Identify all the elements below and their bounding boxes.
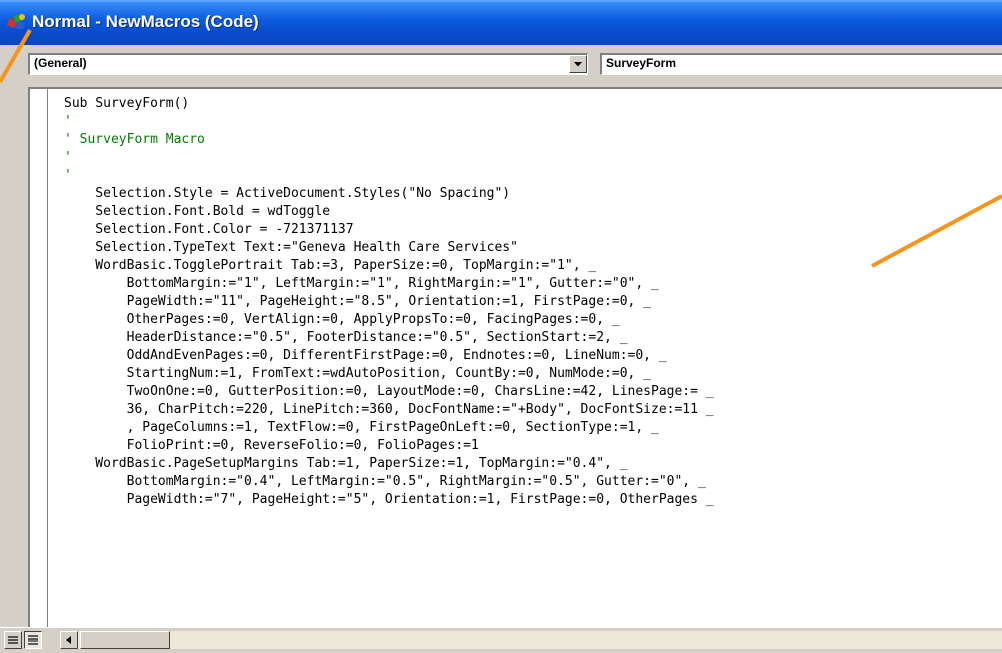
code-line[interactable]: TwoOnOne:=0, GutterPosition:=0, LayoutMo…: [64, 383, 714, 401]
code-line[interactable]: ': [64, 113, 714, 131]
code-line[interactable]: HeaderDistance:="0.5", FooterDistance:="…: [64, 329, 714, 347]
code-line[interactable]: 36, CharPitch:=220, LinePitch:=360, DocF…: [64, 401, 714, 419]
code-line[interactable]: ': [64, 167, 714, 185]
margin-indicator-bar[interactable]: [30, 89, 48, 627]
procedure-view-icon: [8, 636, 18, 644]
code-line[interactable]: FolioPrint:=0, ReverseFolio:=0, FolioPag…: [64, 437, 714, 455]
code-line[interactable]: BottomMargin:="0.4", LeftMargin:="0.5", …: [64, 473, 714, 491]
procedure-view-button[interactable]: [4, 631, 22, 649]
code-editor[interactable]: Sub SurveyForm() ' ' SurveyForm Macro ' ' Se…: [28, 87, 1002, 627]
object-combo[interactable]: (General): [28, 53, 588, 75]
full-module-view-button[interactable]: [24, 631, 42, 649]
code-line[interactable]: WordBasic.PageSetupMargins Tab:=1, Paper…: [64, 455, 714, 473]
code-line[interactable]: ': [64, 149, 714, 167]
code-line[interactable]: OtherPages:=0, VertAlign:=0, ApplyPropsT…: [64, 311, 714, 329]
horizontal-scrollbar[interactable]: [60, 631, 1002, 649]
code-line[interactable]: OddAndEvenPages:=0, DifferentFirstPage:=…: [64, 347, 714, 365]
code-text[interactable]: Sub SurveyForm() ' ' SurveyForm Macro ' ' Se…: [64, 95, 714, 509]
window-title: Normal - NewMacros (Code): [32, 12, 259, 31]
object-combo-dropdown-button[interactable]: [569, 55, 587, 73]
vba-module-icon: [6, 14, 25, 30]
combo-row: (General) SurveyForm: [0, 45, 1002, 87]
vba-code-window: Normal - NewMacros (Code) (General) Surv…: [0, 0, 1002, 653]
scroll-left-button[interactable]: [60, 631, 78, 649]
procedure-combo-value: SurveyForm: [606, 56, 677, 70]
code-line[interactable]: PageWidth:="7", PageHeight:="5", Orienta…: [64, 491, 714, 509]
code-line[interactable]: Selection.Style = ActiveDocument.Styles(…: [64, 185, 714, 203]
procedure-combo[interactable]: SurveyForm: [600, 53, 1002, 75]
code-line[interactable]: ' SurveyForm Macro: [64, 131, 714, 149]
code-line[interactable]: WordBasic.TogglePortrait Tab:=3, PaperSi…: [64, 257, 714, 275]
full-module-view-icon: [28, 635, 38, 645]
code-line[interactable]: PageWidth:="11", PageHeight:="8.5", Orie…: [64, 293, 714, 311]
chevron-down-icon: [574, 62, 582, 67]
code-line[interactable]: Selection.TypeText Text:="Geneva Health …: [64, 239, 714, 257]
code-line[interactable]: , PageColumns:=1, TextFlow:=0, FirstPage…: [64, 419, 714, 437]
arrow-left-icon: [66, 636, 71, 644]
title-bar[interactable]: Normal - NewMacros (Code): [0, 0, 1002, 45]
code-line[interactable]: StartingNum:=1, FromText:=wdAutoPosition…: [64, 365, 714, 383]
code-line[interactable]: Sub SurveyForm(): [64, 95, 714, 113]
scroll-thumb[interactable]: [80, 631, 170, 649]
object-combo-value: (General): [34, 56, 87, 70]
code-line[interactable]: BottomMargin:="1", LeftMargin:="1", Righ…: [64, 275, 714, 293]
code-line[interactable]: Selection.Font.Color = -721371137: [64, 221, 714, 239]
bottom-bar: [0, 627, 1002, 653]
code-line[interactable]: Selection.Font.Bold = wdToggle: [64, 203, 714, 221]
